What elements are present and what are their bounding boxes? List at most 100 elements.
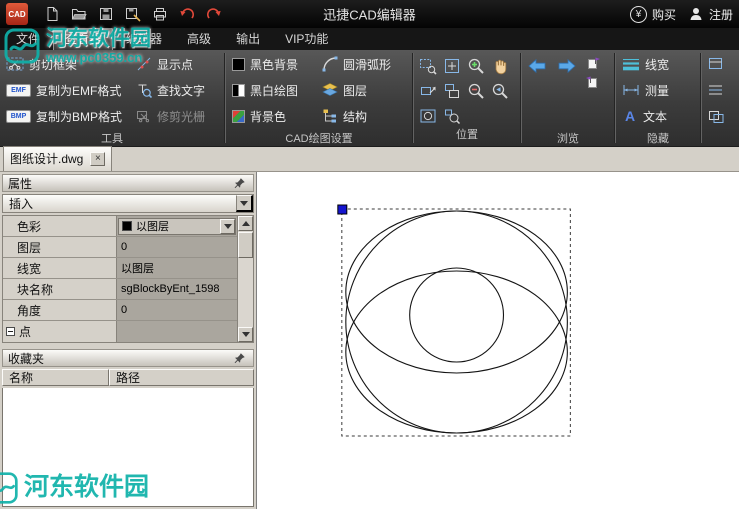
column-path[interactable]: 路径 — [109, 369, 254, 386]
copy-bmp-button[interactable]: BMP 复制为BMP格式 — [2, 103, 130, 129]
back-button[interactable] — [524, 55, 550, 77]
black-background-button[interactable]: 黑色背景 — [228, 51, 316, 77]
scroll-thumb[interactable] — [238, 232, 253, 258]
open-file-icon — [71, 6, 87, 22]
copy-emf-button[interactable]: EMF 复制为EMF格式 — [2, 77, 130, 103]
show-points-button[interactable]: 显示点 — [132, 51, 209, 77]
property-label: 图层 — [3, 237, 117, 257]
save-as-button[interactable] — [123, 4, 143, 24]
drawing-canvas[interactable] — [256, 172, 739, 509]
zoom-all-button[interactable] — [418, 105, 439, 126]
pan-hand-icon — [491, 57, 509, 75]
zoom-out-button[interactable] — [466, 80, 487, 101]
zoom-previous-button[interactable] — [490, 80, 511, 101]
chevron-down-icon — [240, 201, 248, 206]
zoom-window-button[interactable] — [418, 55, 439, 76]
collapse-icon[interactable] — [6, 327, 15, 336]
button-label: 图层 — [343, 82, 367, 99]
canvas-svg[interactable] — [257, 172, 739, 509]
layers-button[interactable]: 图层 — [318, 77, 395, 103]
column-name[interactable]: 名称 — [2, 369, 109, 386]
color-combo[interactable]: 以图层 — [118, 218, 236, 235]
color-dropdown-button[interactable] — [220, 219, 235, 234]
open-file-button[interactable] — [69, 4, 89, 24]
save-as-icon — [125, 6, 141, 22]
favorites-pin-button[interactable] — [231, 351, 248, 366]
tab-file[interactable]: 文件 — [4, 27, 52, 50]
page-flag-button[interactable] — [584, 55, 602, 71]
zoom-in-button[interactable] — [466, 55, 487, 76]
background-color-button[interactable]: 背景色 — [228, 103, 316, 129]
back-arrow-icon — [527, 58, 547, 74]
tab-viewer[interactable]: 查看器 — [53, 27, 113, 50]
print-button[interactable] — [150, 4, 170, 24]
find-text-button[interactable]: 查找文字 — [132, 77, 209, 103]
clipped-icon-2 — [708, 83, 724, 97]
app-window: CAD 迅捷CAD编辑器 ¥ 购买 注册 文件 查看器 编辑器 高级 输 — [0, 0, 739, 509]
new-file-button[interactable] — [42, 4, 62, 24]
find-text-icon — [136, 82, 152, 98]
trim-raster-button[interactable]: 修剪光栅 — [132, 103, 209, 129]
property-row: 图层 0 — [3, 237, 237, 258]
tab-vip[interactable]: VIP功能 — [273, 27, 340, 50]
bmp-badge-icon: BMP — [6, 110, 31, 123]
property-value[interactable]: 0 — [117, 300, 237, 320]
property-value[interactable]: 以图层 — [117, 258, 237, 278]
smooth-arc-button[interactable]: 圆滑弧形 — [318, 51, 395, 77]
insert-select[interactable]: 插入 — [2, 194, 254, 213]
zoom-dynamic-button[interactable] — [418, 80, 439, 101]
redo-button[interactable] — [204, 4, 224, 24]
forward-button[interactable] — [554, 55, 580, 77]
property-label: 点 — [19, 323, 31, 340]
register-button[interactable]: 注册 — [688, 6, 733, 23]
ribbon-group-cad-settings: 黑色背景 黑白绘图 背景色 圆滑弧形 — [226, 50, 412, 146]
undo-button[interactable] — [177, 4, 197, 24]
favorites-header: 收藏夹 — [2, 349, 254, 367]
lineweight-button[interactable]: 线宽 — [618, 51, 673, 77]
clip-frame-button[interactable]: 剪切框架 — [2, 51, 130, 77]
undo-icon — [179, 6, 195, 22]
tab-output[interactable]: 输出 — [224, 27, 272, 50]
pan-button[interactable] — [490, 55, 511, 76]
properties-header: 属性 — [2, 174, 254, 192]
structure-button[interactable]: 结构 — [318, 103, 395, 129]
ribbon-group-hide: 线宽 测量 A 文本 隐藏 — [616, 50, 700, 146]
favorites-title: 收藏夹 — [8, 350, 44, 367]
favorites-list[interactable] — [2, 388, 254, 507]
tab-editor[interactable]: 编辑器 — [114, 27, 174, 50]
clipped-button-2[interactable] — [704, 77, 728, 103]
tab-advanced[interactable]: 高级 — [175, 27, 223, 50]
text-button[interactable]: A 文本 — [618, 103, 673, 129]
properties-scrollbar[interactable] — [237, 216, 253, 342]
property-category[interactable]: 点 — [3, 321, 117, 342]
zoom-scale-button[interactable] — [442, 80, 463, 101]
close-tab-button[interactable]: × — [90, 152, 105, 166]
scroll-track[interactable] — [238, 231, 253, 327]
zoom-object-button[interactable] — [442, 105, 463, 126]
zoom-extents-button[interactable] — [442, 55, 463, 76]
page-flag-alt-button[interactable] — [584, 74, 602, 90]
insert-dropdown-button[interactable] — [236, 195, 253, 212]
clipped-button-3[interactable] — [704, 103, 728, 129]
save-button[interactable] — [96, 4, 116, 24]
property-value[interactable]: 0 — [117, 237, 237, 257]
black-white-draw-button[interactable]: 黑白绘图 — [228, 77, 316, 103]
scroll-down-button[interactable] — [238, 327, 253, 342]
button-label: 复制为EMF格式 — [36, 82, 121, 99]
properties-pin-button[interactable] — [231, 176, 248, 191]
group-label-clipped — [704, 132, 737, 146]
background-color-icon — [232, 110, 245, 123]
scroll-up-button[interactable] — [238, 216, 253, 231]
layers-icon — [322, 82, 338, 98]
forward-arrow-icon — [557, 58, 577, 74]
buy-button[interactable]: ¥ 购买 — [630, 6, 676, 23]
properties-title: 属性 — [8, 175, 32, 192]
property-value[interactable]: sgBlockByEnt_1598 — [117, 279, 237, 299]
property-value: 以图层 — [117, 216, 237, 236]
zoom-all-icon — [419, 107, 437, 125]
measure-button[interactable]: 测量 — [618, 77, 673, 103]
zoom-dynamic-icon — [419, 82, 437, 100]
document-tab[interactable]: 图纸设计.dwg × — [3, 146, 112, 171]
clipped-button-1[interactable] — [704, 51, 728, 77]
buy-label: 购买 — [652, 6, 676, 23]
